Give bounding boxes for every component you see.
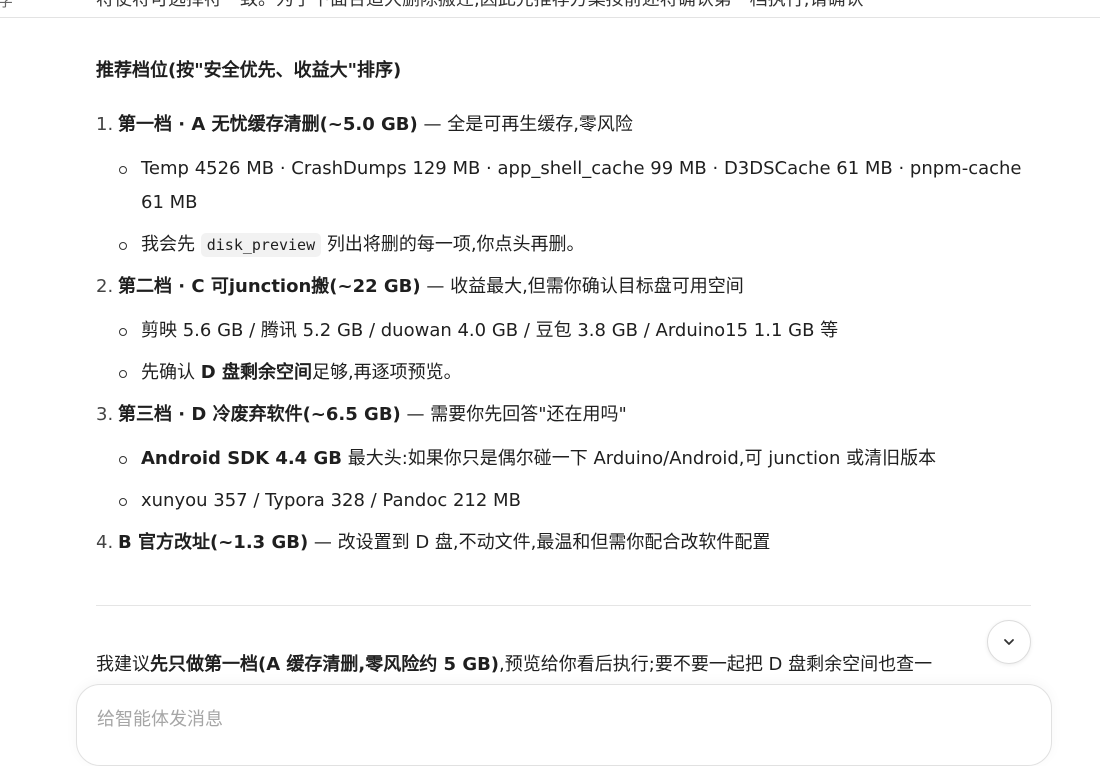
composer-placeholder[interactable]: 给智能体发消息 <box>97 705 223 731</box>
final-text-post: ,预览给你看后执行;要不要一起把 D 盘剩余空间也查一 <box>499 654 933 675</box>
level-title: 第三档 · D 冷废弃软件(~6.5 GB) <box>118 404 401 425</box>
message-composer[interactable]: 给智能体发消息 <box>76 684 1052 766</box>
level-number: 1. <box>96 114 114 135</box>
level-sublist: Android SDK 4.4 GB 最大头:如果你只是偶尔碰一下 Arduin… <box>96 442 1031 518</box>
circle-bullet-icon <box>119 242 127 250</box>
item-text: 剪映 5.6 GB / 腾讯 5.2 GB / duowan 4.0 GB / … <box>141 320 839 341</box>
divider <box>96 605 1031 606</box>
level-note: — 改设置到 D 盘,不动文件,最温和但需你配合改软件配置 <box>308 532 771 553</box>
level-heading: 3. 第三档 · D 冷废弃软件(~6.5 GB) — 需要你先回答"还在用吗" <box>96 398 1031 432</box>
level-heading: 1. 第一档 · A 无忧缓存清删(~5.0 GB) — 全是可再生缓存,零风险 <box>96 108 1031 142</box>
level-item-4: 4. B 官方改址(~1.3 GB) — 改设置到 D 盘,不动文件,最温和但需… <box>96 526 1031 560</box>
level-note: — 需要你先回答"还在用吗" <box>400 404 627 425</box>
circle-bullet-icon <box>119 456 127 464</box>
list-item: Android SDK 4.4 GB 最大头:如果你只是偶尔碰一下 Arduin… <box>96 442 1031 476</box>
circle-bullet-icon <box>119 166 127 174</box>
item-text-pre: 先确认 <box>141 362 201 383</box>
level-sublist: 剪映 5.6 GB / 腾讯 5.2 GB / duowan 4.0 GB / … <box>96 314 1031 390</box>
item-text-post: 列出将删的每一项,你点头再删。 <box>321 234 585 255</box>
item-bold: D 盘剩余空间 <box>200 362 312 383</box>
list-item: 我会先 disk_preview 列出将删的每一项,你点头再删。 <box>96 228 1031 262</box>
list-item: Temp 4526 MB · CrashDumps 129 MB · app_s… <box>96 152 1031 220</box>
list-item: xunyou 357 / Typora 328 / Pandoc 212 MB <box>96 484 1031 518</box>
level-number: 3. <box>96 404 114 425</box>
top-bar-fragment: 字 <box>0 0 13 11</box>
item-text-pre: 我会先 <box>141 234 201 255</box>
level-item-1: 1. 第一档 · A 无忧缓存清删(~5.0 GB) — 全是可再生缓存,零风险… <box>96 108 1031 262</box>
level-number: 2. <box>96 276 114 297</box>
level-note: — 全是可再生缓存,零风险 <box>417 114 633 135</box>
section-heading: 推荐档位(按"安全优先、收益大"排序) <box>96 60 402 81</box>
final-text-pre: 我建议 <box>96 654 150 675</box>
level-sublist: Temp 4526 MB · CrashDumps 129 MB · app_s… <box>96 152 1031 262</box>
level-heading: 2. 第二档 · C 可junction搬(~22 GB) — 收益最大,但需你… <box>96 270 1031 304</box>
circle-bullet-icon <box>119 370 127 378</box>
level-heading: 4. B 官方改址(~1.3 GB) — 改设置到 D 盘,不动文件,最温和但需… <box>96 526 1031 560</box>
level-item-2: 2. 第二档 · C 可junction搬(~22 GB) — 收益最大,但需你… <box>96 270 1031 390</box>
level-note: — 收益最大,但需你确认目标盘可用空间 <box>420 276 744 297</box>
list-item: 先确认 D 盘剩余空间足够,再逐项预览。 <box>96 356 1031 390</box>
item-text: xunyou 357 / Typora 328 / Pandoc 212 MB <box>141 490 521 511</box>
list-item: 剪映 5.6 GB / 腾讯 5.2 GB / duowan 4.0 GB / … <box>96 314 1031 348</box>
level-item-3: 3. 第三档 · D 冷废弃软件(~6.5 GB) — 需要你先回答"还在用吗"… <box>96 398 1031 518</box>
item-text-post: 足够,再逐项预览。 <box>311 362 462 383</box>
final-paragraph: 我建议先只做第一档(A 缓存清删,零风险约 5 GB),预览给你看后执行;要不要… <box>96 648 1031 682</box>
inline-code: disk_preview <box>200 233 322 257</box>
circle-bullet-icon <box>119 328 127 336</box>
level-title: B 官方改址(~1.3 GB) <box>118 532 309 553</box>
clipped-intro-text: 将使将可选择符一致。为了下面合适大删除搬迁,因此先推荐方案按前述将确认第一档执行… <box>96 0 863 17</box>
circle-bullet-icon <box>119 498 127 506</box>
final-text-bold: 先只做第一档(A 缓存清删,零风险约 5 GB) <box>150 654 500 675</box>
chevron-down-icon <box>1004 639 1014 645</box>
level-title: 第一档 · A 无忧缓存清删(~5.0 GB) <box>118 114 418 135</box>
recommendation-list: 1. 第一档 · A 无忧缓存清删(~5.0 GB) — 全是可再生缓存,零风险… <box>96 108 1031 560</box>
level-number: 4. <box>96 532 114 553</box>
item-bold: Android SDK 4.4 GB <box>141 448 342 469</box>
level-title: 第二档 · C 可junction搬(~22 GB) <box>118 276 421 297</box>
item-text: Temp 4526 MB · CrashDumps 129 MB · app_s… <box>141 158 1022 213</box>
item-text-post: 最大头:如果你只是偶尔碰一下 Arduino/Android,可 junctio… <box>341 448 937 469</box>
